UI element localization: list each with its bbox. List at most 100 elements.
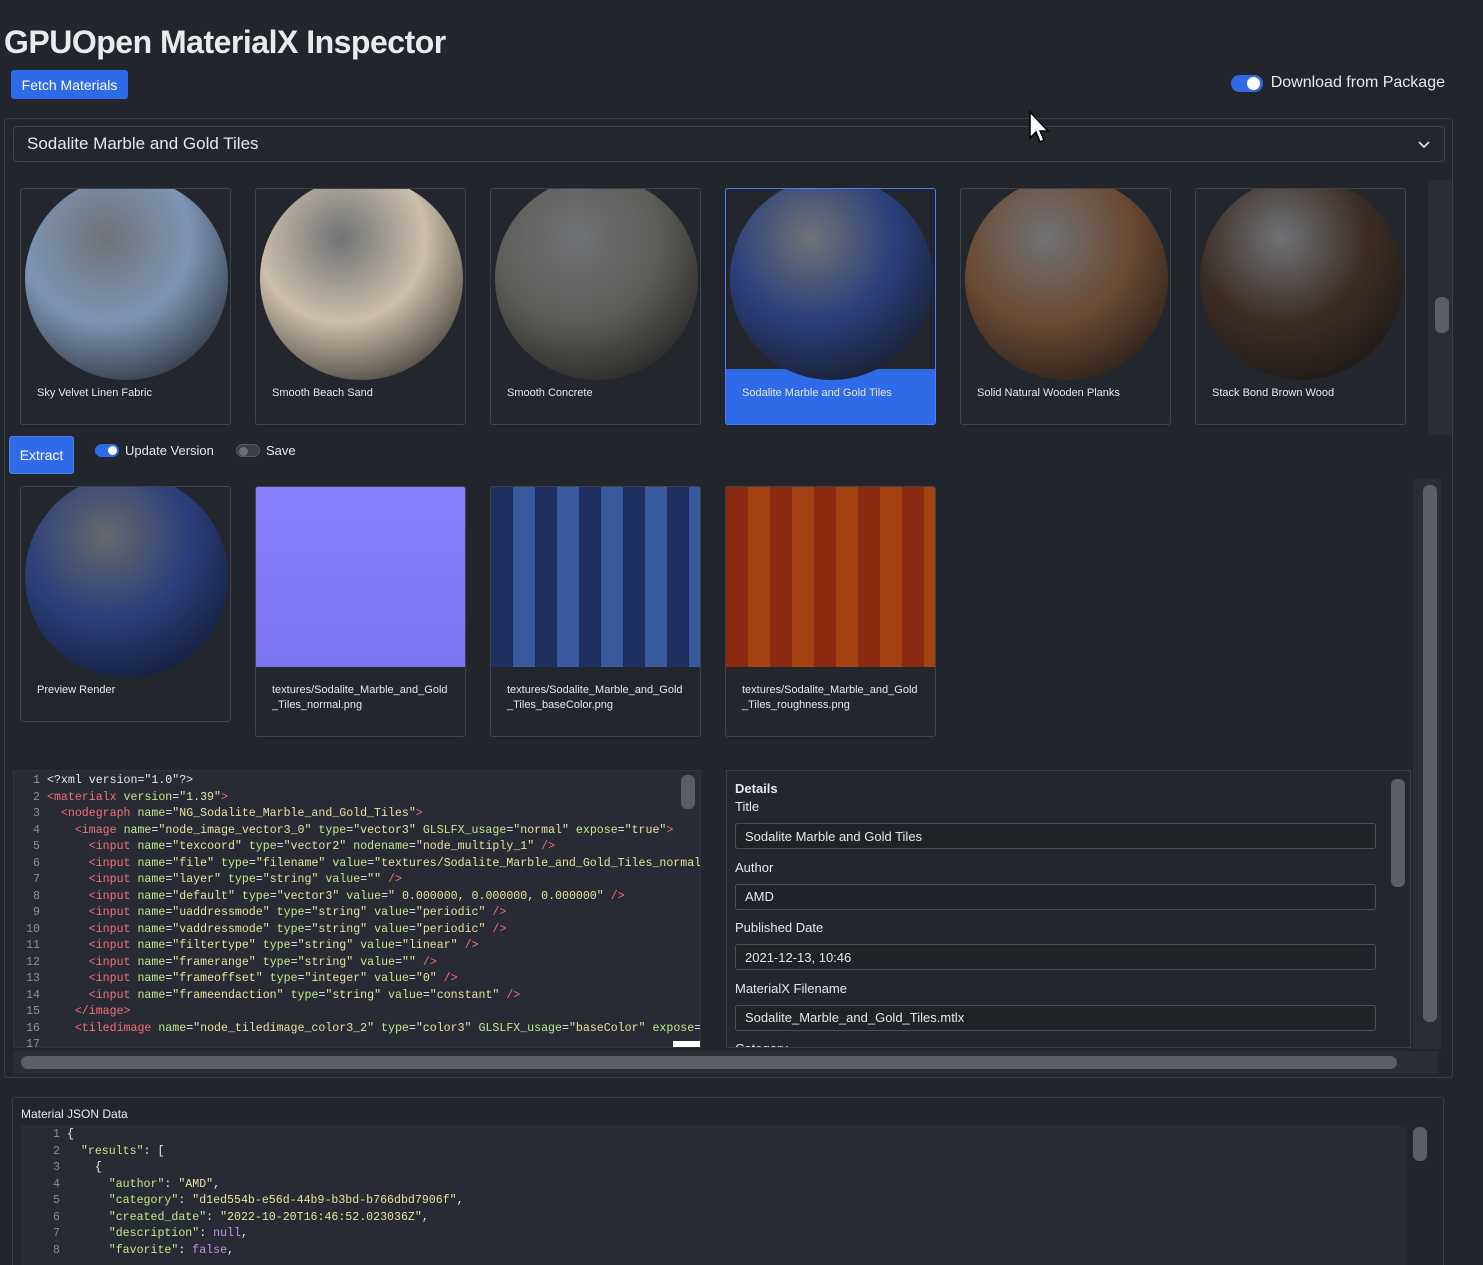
update-version-control[interactable]: Update Version: [95, 443, 214, 458]
code-text: <input name="vaddressmode" type="string"…: [88, 922, 507, 936]
json-line: 3 {: [21, 1160, 102, 1177]
material-card[interactable]: Smooth Beach Sand: [255, 188, 466, 425]
details-panel: Details Title Sodalite Marble and Gold Ti…: [726, 770, 1411, 1048]
material-card[interactable]: Stack Bond Brown Wood: [1195, 188, 1406, 425]
material-card-label: Solid Natural Wooden Planks: [977, 387, 1120, 399]
material-preview-sphere: [25, 189, 228, 380]
detail-field-input[interactable]: 2021-12-13, 10:46: [735, 944, 1376, 970]
code-line: 5 <input name="texcoord" type="vector2" …: [14, 839, 555, 856]
texture-card[interactable]: textures/Sodalite_Marble_and_Gold _Tiles_…: [255, 486, 466, 737]
extract-scrollbar-thumb[interactable]: [1423, 485, 1437, 1022]
material-card[interactable]: Sodalite Marble and Gold Tiles: [725, 188, 936, 425]
code-text: <?xml version="1.0"?>: [47, 774, 194, 787]
material-select[interactable]: Sodalite Marble and Gold Tiles: [13, 126, 1445, 162]
code-scrollbar-thumb[interactable]: [681, 775, 695, 809]
json-text: "description": null,: [108, 1227, 248, 1240]
mtlx-code-editor[interactable]: 1 <?xml version="1.0"?> 2 <materialx versio…: [13, 770, 701, 1048]
material-thumbnail: [961, 189, 1170, 380]
code-scroll-corner: [673, 1041, 700, 1047]
line-number: 11: [26, 939, 40, 952]
texture-image: [491, 487, 700, 667]
json-scrollbar-thumb[interactable]: [1413, 1127, 1427, 1161]
save-control[interactable]: Save: [236, 443, 296, 458]
line-number: 9: [33, 906, 40, 919]
texture-image: [726, 487, 935, 667]
texture-card-label: textures/Sodalite_Marble_and_Gold _Tiles_…: [272, 683, 452, 713]
detail-field-label: Title: [735, 799, 760, 814]
json-line: 2 "results": [: [21, 1144, 164, 1161]
code-line: 10 <input name="vaddressmode" type="stri…: [14, 922, 506, 939]
code-text: <input name="frameoffset" type="integer"…: [88, 972, 458, 985]
detail-field-label: Published Date: [735, 920, 824, 935]
line-number: 6: [53, 1210, 60, 1224]
download-toggle[interactable]: [1230, 74, 1263, 92]
line-number: 8: [33, 889, 40, 903]
code-line: 13 <input name="frameoffset" type="integ…: [14, 971, 458, 988]
preview-render-card[interactable]: Preview Render: [20, 486, 231, 722]
preview-sphere: [25, 487, 228, 678]
material-card[interactable]: Solid Natural Wooden Planks: [960, 188, 1171, 425]
details-heading: Details: [735, 781, 778, 796]
json-code-viewer[interactable]: 1{2 "results": [3 {4 "author": "AMD", 5 "…: [21, 1125, 1427, 1265]
fetch-materials-button[interactable]: Fetch Materials: [11, 70, 128, 99]
line-number: 1: [53, 1128, 60, 1141]
code-text: <input name="file" type="filename" value…: [88, 856, 701, 870]
texture-label-line: _Tiles_roughness.png: [742, 699, 850, 711]
chevron-down-icon: [1418, 141, 1430, 149]
texture-card[interactable]: textures/Sodalite_Marble_and_Gold _Tiles_…: [725, 486, 936, 737]
json-text: "created_date": "2022-10-20T16:46:52.023…: [108, 1210, 429, 1224]
json-text: "category": "d1ed554b-e56d-44b9-b3bd-b76…: [108, 1194, 464, 1207]
horizontal-scrollbar[interactable]: [13, 1051, 1438, 1074]
texture-label-line: textures/Sodalite_Marble_and_Gold: [507, 684, 683, 696]
json-line: 6 "created_date": "2022-10-20T16:46:52.0…: [21, 1210, 429, 1227]
json-line: 7 "description": null,: [21, 1226, 248, 1243]
save-toggle[interactable]: [236, 444, 260, 457]
code-text: </image>: [74, 1005, 131, 1018]
line-number: 3: [53, 1161, 60, 1174]
code-line: 4 <image name="node_image_vector3_0" typ…: [14, 823, 673, 840]
material-card-label: Sky Velvet Linen Fabric: [37, 387, 152, 399]
material-card[interactable]: Sky Velvet Linen Fabric: [20, 188, 231, 425]
code-text: <input name="filtertype" type="string" v…: [88, 939, 479, 952]
code-line: 9 <input name="uaddressmode" type="strin…: [14, 905, 506, 922]
line-number: 6: [33, 856, 40, 870]
details-scrollbar-thumb[interactable]: [1391, 779, 1405, 887]
detail-field-label: Category: [735, 1041, 788, 1047]
line-number: 1: [33, 774, 40, 787]
line-number: 3: [33, 807, 40, 820]
code-text: <tiledimage name="node_tiledimage_color3…: [74, 1021, 701, 1035]
extract-button[interactable]: Extract: [9, 436, 74, 474]
json-line: 5 "category": "d1ed554b-e56d-44b9-b3bd-b…: [21, 1193, 464, 1210]
texture-image: [256, 487, 465, 667]
material-json-panel: Material JSON Data 1{2 "results": [3 {4 …: [12, 1097, 1444, 1265]
material-select-value: Sodalite Marble and Gold Tiles: [27, 134, 259, 153]
detail-field-input[interactable]: Sodalite_Marble_and_Gold_Tiles.mtlx: [735, 1004, 1376, 1031]
texture-label-line: textures/Sodalite_Marble_and_Gold: [742, 684, 918, 696]
texture-card[interactable]: textures/Sodalite_Marble_and_Gold _Tiles_…: [490, 486, 701, 737]
material-preview-sphere: [965, 189, 1168, 380]
horizontal-scrollbar-thumb[interactable]: [21, 1056, 1397, 1069]
material-thumbnail: [491, 189, 700, 380]
material-card-label: Smooth Beach Sand: [272, 387, 373, 399]
code-text: <input name="texcoord" type="vector2" no…: [88, 840, 556, 853]
gallery-scrollbar-thumb[interactable]: [1435, 297, 1449, 333]
line-number: 2: [33, 790, 40, 804]
detail-field-input[interactable]: AMD: [735, 883, 1376, 910]
download-from-package-control[interactable]: Download from Package: [1230, 74, 1445, 92]
line-number: 13: [26, 972, 40, 985]
page-title: GPUOpen MaterialX Inspector: [4, 24, 446, 60]
material-thumbnail: [726, 189, 935, 380]
texture-card-label: textures/Sodalite_Marble_and_Gold _Tiles_…: [742, 683, 922, 713]
material-preview-sphere: [260, 189, 463, 380]
json-text: {: [94, 1161, 102, 1174]
detail-field-input[interactable]: Sodalite Marble and Gold Tiles: [735, 823, 1376, 849]
line-number: 10: [26, 922, 40, 936]
update-version-toggle[interactable]: [95, 444, 119, 457]
code-text: <input name="layer" type="string" value=…: [88, 873, 402, 886]
json-text: "favorite": false,: [108, 1243, 235, 1257]
code-line: 1 <?xml version="1.0"?>: [14, 773, 193, 790]
code-line: 12 <input name="framerange" type="string…: [14, 955, 437, 972]
line-number: 5: [33, 840, 40, 853]
json-text: {: [67, 1128, 74, 1141]
material-card[interactable]: Smooth Concrete: [490, 188, 701, 425]
